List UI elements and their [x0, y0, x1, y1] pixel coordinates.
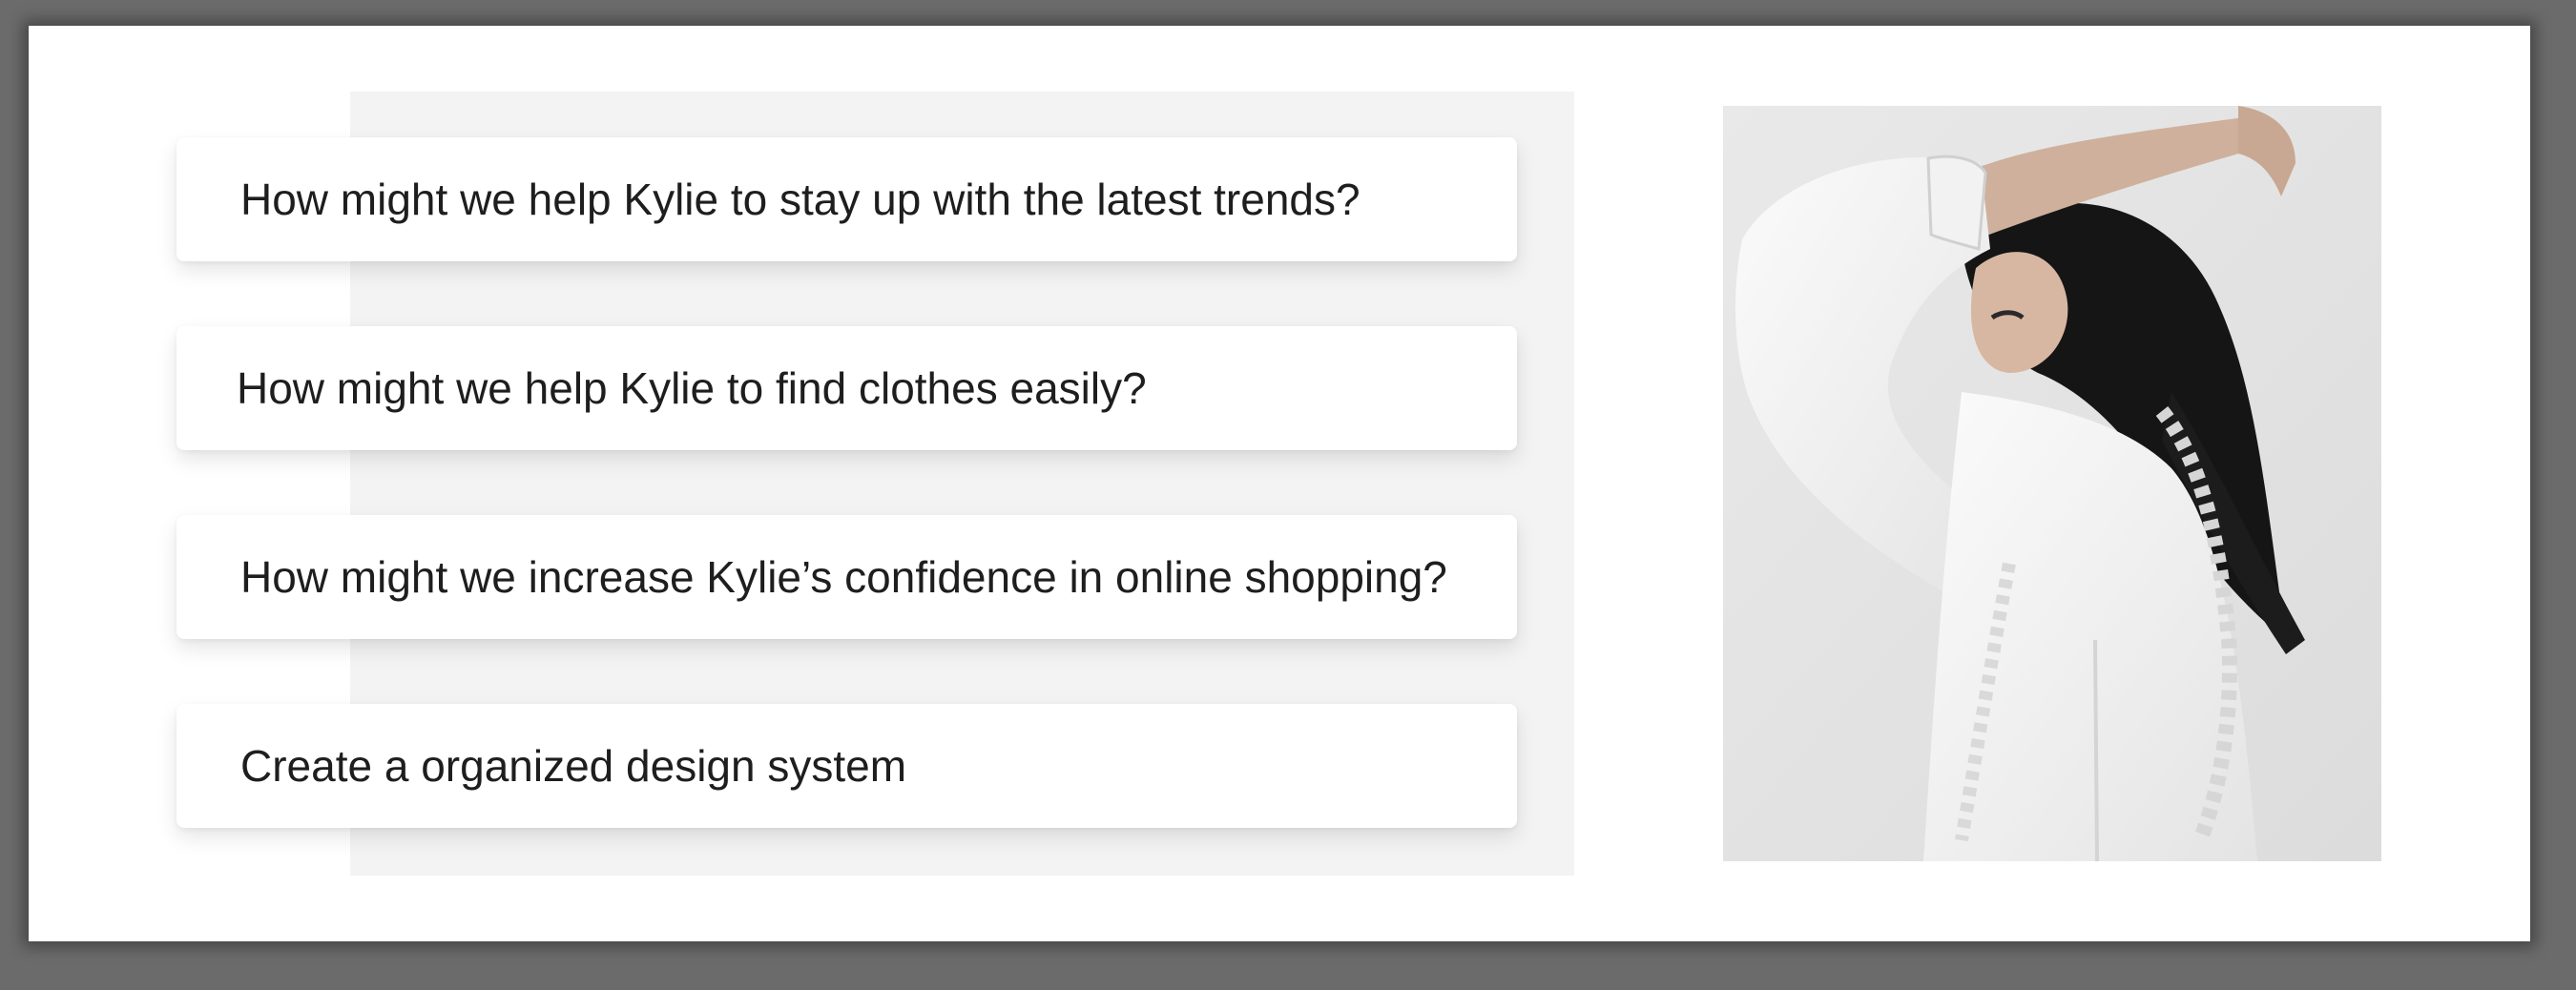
- question-card: How might we help Kylie to find clothes …: [177, 326, 1517, 450]
- portrait-photo-icon: [1723, 106, 2381, 861]
- portrait-photo: [1723, 106, 2381, 861]
- question-card: How might we help Kylie to stay up with …: [177, 137, 1517, 261]
- goal-card: Create a organized design system: [177, 704, 1517, 828]
- goal-card-text: Create a organized design system: [240, 741, 907, 791]
- slide-frame: How might we help Kylie to stay up with …: [29, 26, 2530, 941]
- question-card-text: How might we increase Kylie’s confidence…: [240, 552, 1447, 602]
- question-card-text: How might we help Kylie to find clothes …: [237, 363, 1147, 413]
- question-card-text: How might we help Kylie to stay up with …: [240, 175, 1361, 224]
- question-card: How might we increase Kylie’s confidence…: [177, 515, 1517, 639]
